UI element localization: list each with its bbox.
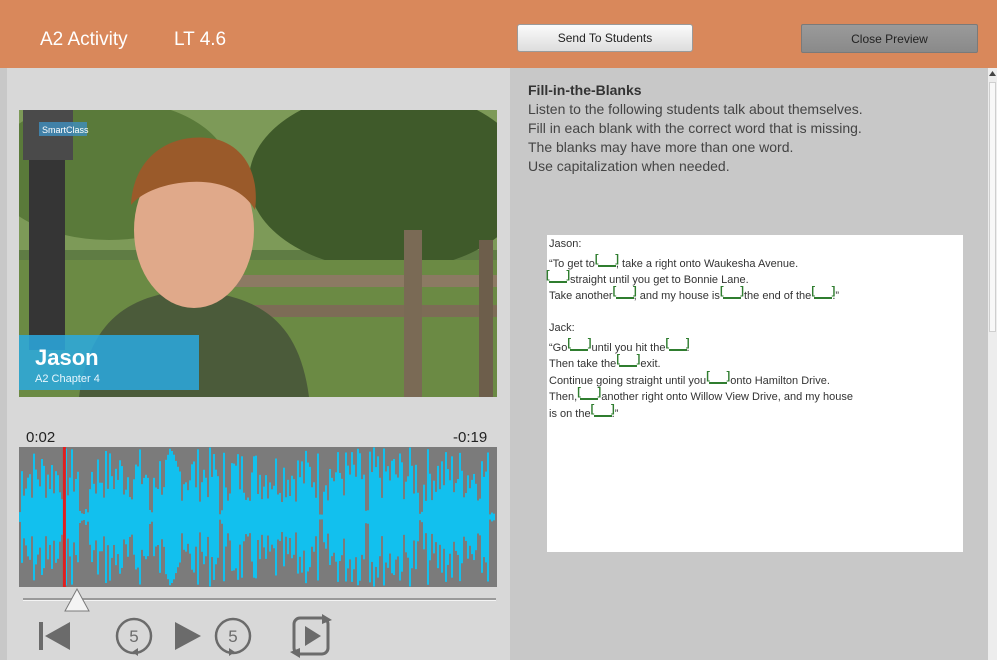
video-speaker-name: Jason (35, 345, 99, 370)
blank-input[interactable] (706, 370, 730, 384)
video-brand-watermark: SmartClass (42, 125, 89, 135)
speaker-label-jason: Jason: (549, 238, 582, 250)
scroll-up-arrow-icon[interactable] (988, 70, 997, 78)
instruction-line: The blanks may have more than one word. (528, 139, 794, 155)
rewind-seconds-label: 5 (129, 627, 138, 646)
exercise-line: Continue going straight until you onto H… (549, 370, 830, 388)
line-text: Then, (549, 391, 581, 403)
exercise-line: “To get to , take a right onto Waukesha … (549, 253, 799, 271)
line-text: exit. (637, 358, 661, 370)
video-still: Jason A2 Chapter 4 SmartClass (19, 110, 497, 397)
video-chapter-label: A2 Chapter 4 (35, 373, 100, 385)
line-text: another right onto Willow View Drive, an… (598, 391, 853, 403)
line-text: Then take the (549, 358, 620, 370)
fill-in-blanks-exercise: Jason: “To get to , take a right onto Wa… (546, 235, 963, 552)
line-text: , take a right onto Waukesha Avenue. (615, 258, 799, 270)
forward-5-icon[interactable]: 5 (211, 614, 255, 658)
exercise-line: straight until you get to Bonnie Lane. (546, 269, 749, 287)
send-to-students-button[interactable]: Send To Students (517, 24, 693, 52)
instruction-line: Use capitalization when needed. (528, 158, 730, 174)
blank-input[interactable] (811, 285, 835, 299)
line-text: Take another (549, 290, 616, 302)
line-text: the end of the (740, 290, 815, 302)
exercise-line: Then take the exit. (549, 353, 661, 371)
line-text: until you hit the (588, 342, 669, 354)
line-text: Continue going straight until you (549, 375, 710, 387)
speaker-label: Jason: (549, 238, 581, 251)
audio-waveform[interactable] (19, 447, 497, 587)
speaker-label: Jack: (549, 322, 575, 335)
remaining-time: -0:19 (453, 429, 488, 446)
speaker-label-jack: Jack: (549, 322, 575, 334)
blank-input[interactable] (666, 337, 690, 351)
line-text: onto Hamilton Drive. (727, 375, 830, 387)
activity-title: A2 Activity (40, 29, 128, 50)
exercise-line: is on the .” (549, 403, 618, 421)
line-text: is on the (549, 408, 594, 420)
scrub-track[interactable] (23, 598, 496, 601)
blank-input[interactable] (567, 337, 591, 351)
instruction-line: Fill in each blank with the correct word… (528, 120, 862, 136)
skip-to-start-icon[interactable] (38, 620, 72, 652)
play-icon[interactable] (173, 620, 203, 652)
instruction-line: Listen to the following students talk ab… (528, 101, 863, 117)
blank-input[interactable] (591, 403, 615, 417)
blank-input[interactable] (546, 269, 570, 283)
rewind-5-icon[interactable]: 5 (112, 614, 156, 658)
playhead-marker[interactable] (62, 447, 66, 587)
scrub-handle[interactable] (64, 588, 90, 612)
waveform-graphic (19, 447, 495, 587)
blank-input[interactable] (613, 285, 637, 299)
replay-loop-icon[interactable] (288, 612, 336, 660)
blank-input[interactable] (595, 253, 619, 267)
exercise-line: Take another , and my house is the end o… (549, 285, 839, 303)
forward-seconds-label: 5 (228, 627, 237, 646)
blank-input[interactable] (720, 285, 744, 299)
video-frame[interactable]: Jason A2 Chapter 4 SmartClass (19, 110, 497, 397)
elapsed-time: 0:02 (26, 429, 56, 446)
line-text: , and my house is (633, 290, 723, 302)
close-preview-button[interactable]: Close Preview (801, 24, 978, 53)
instructions-title: Fill-in-the-Blanks (528, 82, 642, 98)
exercise-line: Then, another right onto Willow View Dri… (549, 386, 853, 404)
blank-input[interactable] (616, 353, 640, 367)
scrollbar-thumb[interactable] (989, 82, 996, 332)
blank-input[interactable] (577, 386, 601, 400)
lesson-label: LT 4.6 (174, 29, 227, 50)
line-text: “To get to (549, 258, 598, 270)
